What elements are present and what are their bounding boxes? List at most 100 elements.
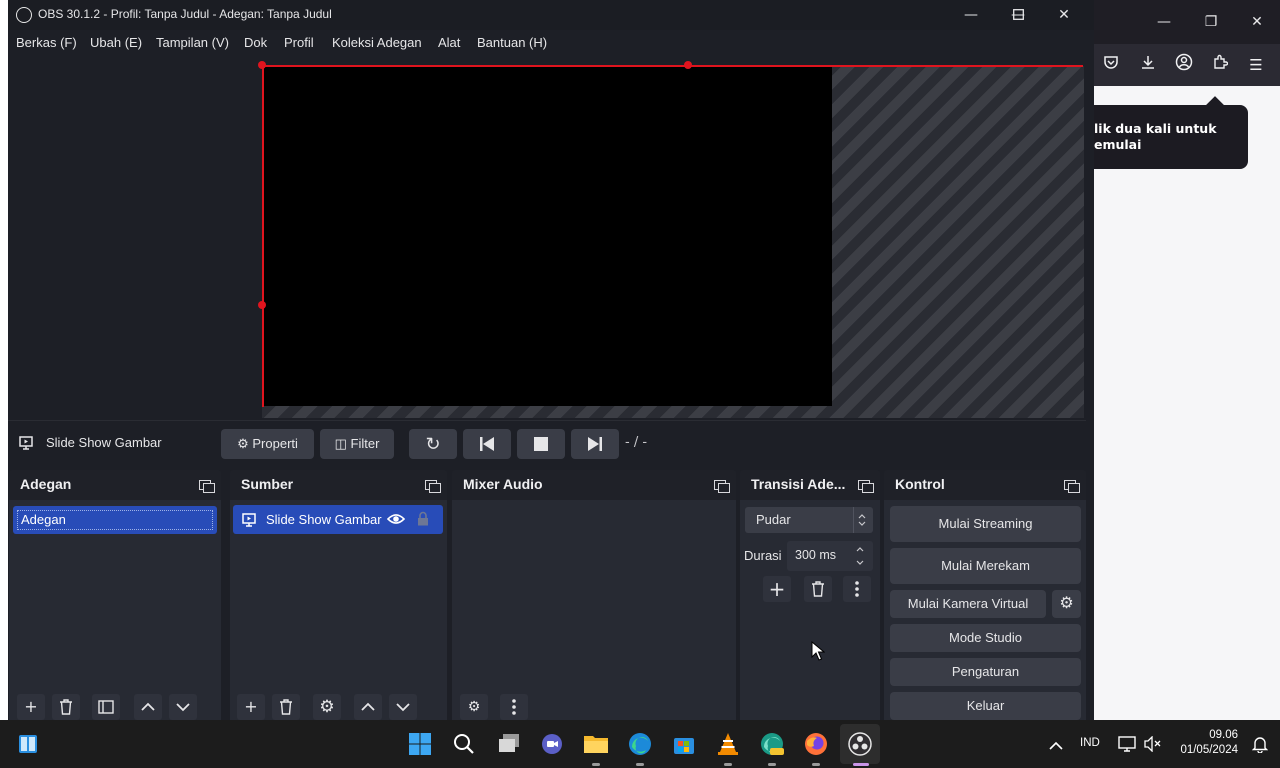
task-view-icon[interactable] [12, 728, 44, 760]
pocket-icon[interactable] [1099, 53, 1123, 77]
slideshow-icon [241, 512, 257, 532]
search-icon[interactable] [448, 728, 480, 760]
virtual-camera-config-button[interactable]: ⚙ [1052, 590, 1081, 618]
duration-stepper-icon[interactable] [855, 544, 865, 572]
resize-handle-top-center[interactable] [684, 61, 692, 69]
obs-app-icon [16, 7, 32, 23]
transition-select[interactable]: Pudar [745, 507, 873, 533]
menu-file[interactable]: Berkas (F) [16, 35, 77, 50]
microsoft-store-icon[interactable] [668, 728, 700, 760]
source-item-label: Slide Show Gambar [266, 512, 382, 527]
remove-source-button[interactable] [272, 694, 300, 720]
undock-icon[interactable] [1064, 477, 1080, 493]
source-properties-button[interactable]: ⚙ [313, 694, 341, 720]
skip-next-icon [588, 437, 602, 451]
menu-view[interactable]: Tampilan (V) [156, 35, 229, 50]
visibility-eye-icon[interactable] [386, 512, 406, 530]
mixer-menu-button[interactable] [500, 694, 528, 720]
obs-maximize-button[interactable] [995, 0, 1041, 30]
scene-filters-button[interactable] [92, 694, 120, 720]
obs-minimize-button[interactable]: — [948, 0, 994, 30]
restart-button[interactable]: ↻ [409, 429, 457, 459]
obs-close-button[interactable]: ✕ [1041, 0, 1087, 30]
controls-dock-header: Kontrol [884, 470, 1086, 500]
close-icon[interactable]: ✕ [1245, 10, 1269, 34]
undock-icon[interactable] [199, 477, 215, 493]
add-source-button[interactable]: + [237, 694, 265, 720]
skip-previous-icon [480, 437, 494, 451]
keyboard-language[interactable]: IND [1080, 737, 1100, 749]
transition-menu-button[interactable] [843, 576, 871, 602]
move-source-up-button[interactable] [354, 694, 382, 720]
restore-icon[interactable]: ❐ [1199, 10, 1223, 34]
move-scene-up-button[interactable] [134, 694, 162, 720]
remove-scene-button[interactable] [52, 694, 80, 720]
edge-icon[interactable] [624, 728, 656, 760]
menu-tools[interactable]: Alat [438, 35, 460, 50]
menu-docks[interactable]: Dok [244, 35, 267, 50]
vlc-icon[interactable] [712, 728, 744, 760]
running-indicator [592, 763, 600, 766]
chevron-down-icon [396, 703, 410, 712]
settings-button[interactable]: Pengaturan [890, 658, 1081, 686]
chat-icon[interactable] [536, 728, 568, 760]
menu-profile[interactable]: Profil [284, 35, 314, 50]
obs-main-window: OBS 30.1.2 - Profil: Tanpa Judul - Adega… [8, 0, 1094, 720]
advanced-audio-properties-button[interactable]: ⚙ [460, 694, 488, 720]
start-recording-button[interactable]: Mulai Merekam [890, 548, 1081, 584]
minimize-icon[interactable]: — [1152, 10, 1176, 34]
menu-help[interactable]: Bantuan (H) [477, 35, 547, 50]
window-title: OBS 30.1.2 - Profil: Tanpa Judul - Adega… [38, 7, 332, 21]
chevron-up-icon[interactable] [1040, 728, 1072, 760]
task-view-windows-icon[interactable] [493, 728, 525, 760]
resize-handle-top-left[interactable] [258, 61, 266, 69]
move-source-down-button[interactable] [389, 694, 417, 720]
add-scene-button[interactable]: + [17, 694, 45, 720]
hamburger-menu-icon[interactable]: ☰ [1244, 53, 1268, 77]
studio-mode-button[interactable]: Mode Studio [890, 624, 1081, 652]
undock-icon[interactable] [425, 477, 441, 493]
remove-transition-button[interactable] [804, 576, 832, 602]
running-indicator [636, 763, 644, 766]
transitions-dock-header: Transisi Ade... [740, 470, 880, 500]
duration-spinbox[interactable]: 300 ms [787, 541, 873, 571]
volume-muted-icon[interactable] [1137, 728, 1169, 760]
filter-button[interactable]: ◫ Filter [320, 429, 394, 459]
stop-icon [534, 437, 548, 451]
notification-bell-icon[interactable] [1244, 728, 1276, 760]
controls-dock-title: Kontrol [895, 476, 945, 492]
browser-titlebar: — ❐ ✕ [1086, 0, 1280, 44]
exit-button[interactable]: Keluar [890, 692, 1081, 720]
move-scene-down-button[interactable] [169, 694, 197, 720]
extensions-icon[interactable] [1208, 53, 1232, 77]
add-transition-button[interactable]: + [763, 576, 791, 602]
menu-edit[interactable]: Ubah (E) [90, 35, 142, 50]
preview-area[interactable] [8, 56, 1086, 420]
windows-start-icon[interactable] [404, 728, 436, 760]
stop-button[interactable] [517, 429, 565, 459]
undock-icon[interactable] [714, 477, 730, 493]
file-explorer-icon[interactable] [580, 728, 612, 760]
lock-icon[interactable] [417, 511, 429, 530]
download-icon[interactable] [1136, 53, 1160, 77]
slide-counter: - / - [625, 435, 648, 450]
firefox-icon[interactable] [800, 728, 832, 760]
duration-value: 300 ms [795, 548, 836, 562]
sources-dock-header: Sumber [230, 470, 447, 500]
sources-dock-title: Sumber [241, 476, 294, 492]
next-slide-button[interactable] [571, 429, 619, 459]
properties-button[interactable]: ⚙ Properti [221, 429, 314, 459]
undock-icon[interactable] [858, 477, 874, 493]
account-icon[interactable] [1172, 53, 1196, 77]
start-streaming-button[interactable]: Mulai Streaming [890, 506, 1081, 542]
trash-icon [280, 699, 292, 715]
scene-list-item[interactable]: Adegan [13, 506, 217, 534]
start-virtual-camera-button[interactable]: Mulai Kamera Virtual [890, 590, 1046, 618]
clock[interactable]: 09.06 01/05/2024 [1176, 728, 1238, 758]
previous-slide-button[interactable] [463, 429, 511, 459]
menu-scene-collection[interactable]: Koleksi Adegan [332, 35, 422, 50]
resize-handle-left-center[interactable] [258, 301, 266, 309]
source-list-item[interactable]: Slide Show Gambar [233, 505, 443, 534]
edge-canary-icon[interactable] [756, 728, 788, 760]
obs-taskbar-icon[interactable] [844, 728, 876, 760]
